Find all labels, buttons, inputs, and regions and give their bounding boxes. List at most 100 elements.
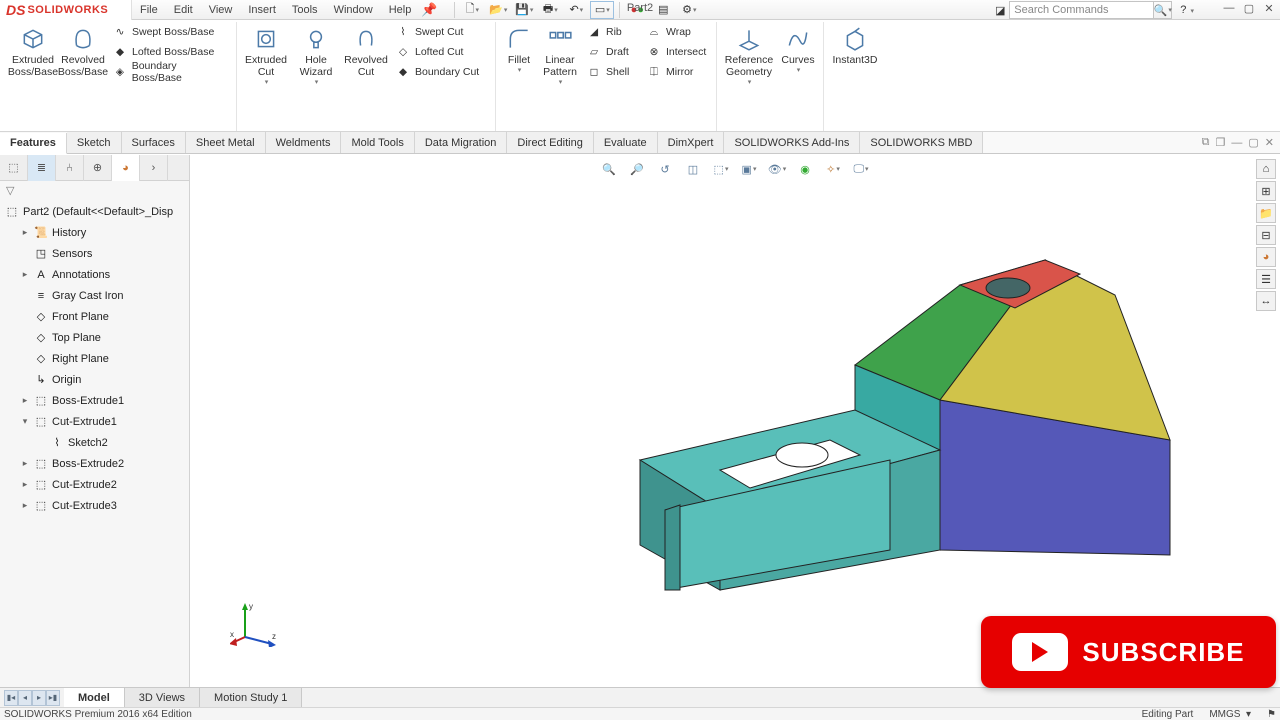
help-button[interactable]: ? ▾ [1180, 4, 1194, 16]
save-button[interactable]: 💾▾ [512, 1, 536, 19]
wrap-button[interactable]: ⌓Wrap [642, 22, 712, 42]
tab-features[interactable]: Features [0, 133, 67, 154]
tree-node-origin[interactable]: ↳Origin [0, 369, 189, 390]
menu-tools[interactable]: Tools [284, 0, 326, 19]
draft-button[interactable]: ▱Draft [582, 42, 642, 62]
tab-mold-tools[interactable]: Mold Tools [341, 132, 414, 153]
tree-root[interactable]: ⬚ Part2 (Default<<Default>_Disp [0, 201, 189, 222]
undo-button[interactable]: ↶▾ [564, 1, 588, 19]
expand-icon[interactable]: ▸ [20, 458, 30, 469]
tab-model[interactable]: Model [64, 688, 125, 707]
tree-node-boss-extrude1[interactable]: ▸⬚Boss-Extrude1 [0, 390, 189, 411]
boundary-boss-button[interactable]: ◈Boundary Boss/Base [108, 62, 232, 82]
open-doc-button[interactable]: 📂▾ [486, 1, 510, 19]
close-button[interactable]: ✕ [1262, 2, 1276, 15]
boundary-cut-button[interactable]: ◆Boundary Cut [391, 62, 491, 82]
lofted-boss-button[interactable]: ◆Lofted Boss/Base [108, 42, 232, 62]
rib-button[interactable]: ◢Rib [582, 22, 642, 42]
task-forum-icon[interactable]: ↔ [1256, 291, 1276, 311]
panel-tab-config[interactable]: ⑃ [56, 155, 84, 181]
menu-window[interactable]: Window [326, 0, 381, 19]
tree-node-right-plane[interactable]: ◇Right Plane [0, 348, 189, 369]
panel-tab-display[interactable]: ◕ [112, 155, 140, 181]
settings-button[interactable]: ⚙▾ [677, 1, 701, 19]
doc-restore-icon[interactable]: ❐ [1216, 136, 1226, 149]
scene-icon[interactable]: ✧▾ [822, 159, 844, 179]
search-icon[interactable]: 🔍▾ [1154, 1, 1172, 19]
instant3d-button[interactable]: Instant3D [828, 22, 882, 66]
display-style-icon[interactable]: ▣▾ [738, 159, 760, 179]
task-view-icon[interactable]: ⊟ [1256, 225, 1276, 245]
filter-icon[interactable]: ▽ [0, 181, 189, 199]
tree-node-gray-cast-iron[interactable]: ≡Gray Cast Iron [0, 285, 189, 306]
tree-node-cut-extrude2[interactable]: ▸⬚Cut-Extrude2 [0, 474, 189, 495]
zoom-fit-icon[interactable]: 🔍 [598, 159, 620, 179]
swept-cut-button[interactable]: ⌇Swept Cut [391, 22, 491, 42]
hide-show-icon[interactable]: 👁▾ [766, 159, 788, 179]
curves-button[interactable]: Curves▾ [777, 22, 819, 86]
extruded-boss-button[interactable]: Extruded Boss/Base [8, 22, 58, 82]
tab-mbd[interactable]: SOLIDWORKS MBD [860, 132, 983, 153]
tab-data-migration[interactable]: Data Migration [415, 132, 508, 153]
reference-geometry-button[interactable]: Reference Geometry▾ [721, 22, 777, 86]
view-settings-icon[interactable]: 🖵▾ [850, 159, 872, 179]
tab-addins[interactable]: SOLIDWORKS Add-Ins [724, 132, 860, 153]
view-orient-icon[interactable]: ⬚▾ [710, 159, 732, 179]
menu-edit[interactable]: Edit [166, 0, 201, 19]
menu-insert[interactable]: Insert [240, 0, 284, 19]
mirror-button[interactable]: ⎅Mirror [642, 62, 712, 82]
expand-icon[interactable]: ▸ [20, 227, 30, 238]
new-doc-button[interactable]: 🗋▾ [460, 1, 484, 19]
revolved-boss-button[interactable]: Revolved Boss/Base [58, 22, 108, 82]
doc-close-icon[interactable]: ✕ [1265, 136, 1274, 149]
tab-sketch[interactable]: Sketch [67, 132, 122, 153]
print-button[interactable]: 🖶▾ [538, 1, 562, 19]
sw-search-icon[interactable]: ◪ [991, 4, 1009, 17]
task-props-icon[interactable]: ☰ [1256, 269, 1276, 289]
minimize-button[interactable]: — [1222, 2, 1236, 15]
tree-node-cut-extrude3[interactable]: ▸⬚Cut-Extrude3 [0, 495, 189, 516]
expand-icon[interactable]: ▸ [20, 479, 30, 490]
doc-max-icon[interactable]: ▢ [1248, 136, 1258, 149]
doc-window-icon[interactable]: ⧉ [1202, 136, 1210, 149]
maximize-button[interactable]: ▢ [1242, 2, 1256, 15]
subscribe-overlay[interactable]: SUBSCRIBE [981, 616, 1276, 688]
task-appearance-icon[interactable]: ◕ [1256, 247, 1276, 267]
tree-node-history[interactable]: ▸📜History [0, 222, 189, 243]
extruded-cut-button[interactable]: Extruded Cut▾ [241, 22, 291, 86]
panel-tab-dim[interactable]: ⊕ [84, 155, 112, 181]
tree-node-top-plane[interactable]: ◇Top Plane [0, 327, 189, 348]
lofted-cut-button[interactable]: ◇Lofted Cut [391, 42, 491, 62]
prev-view-icon[interactable]: ↺ [654, 159, 676, 179]
tree-node-front-plane[interactable]: ◇Front Plane [0, 306, 189, 327]
menu-view[interactable]: View [201, 0, 241, 19]
expand-icon[interactable]: ▸ [20, 395, 30, 406]
tree-node-cut-extrude1[interactable]: ▾⬚Cut-Extrude1 [0, 411, 189, 432]
tab-dimxpert[interactable]: DimXpert [658, 132, 725, 153]
expand-icon[interactable]: ▸ [20, 500, 30, 511]
linear-pattern-button[interactable]: Linear Pattern▾ [538, 22, 582, 86]
expand-icon[interactable]: ▸ [20, 269, 30, 280]
appearance-icon[interactable]: ◉ [794, 159, 816, 179]
select-button[interactable]: ▭▾ [590, 1, 614, 19]
expand-icon[interactable]: ▾ [20, 416, 30, 427]
intersect-button[interactable]: ⊗Intersect [642, 42, 712, 62]
zoom-area-icon[interactable]: 🔎 [626, 159, 648, 179]
tab-motion-study[interactable]: Motion Study 1 [200, 688, 302, 707]
fillet-button[interactable]: Fillet▾ [500, 22, 538, 86]
panel-tab-property[interactable]: ≣ [28, 155, 56, 181]
menu-help[interactable]: Help [381, 0, 420, 19]
task-resources-icon[interactable]: ⊞ [1256, 181, 1276, 201]
task-home-icon[interactable]: ⌂ [1256, 159, 1276, 179]
motion-vcr[interactable]: ▮◂◂▸▸▮ [4, 690, 60, 706]
revolved-cut-button[interactable]: Revolved Cut [341, 22, 391, 86]
status-flag-icon[interactable]: ⚑ [1267, 709, 1276, 720]
status-units[interactable]: MMGS ▾ [1209, 709, 1251, 720]
doc-min-icon[interactable]: — [1231, 137, 1242, 149]
tree-node-sensors[interactable]: ◳Sensors [0, 243, 189, 264]
section-view-icon[interactable]: ◫ [682, 159, 704, 179]
pin-icon[interactable]: 📌 [419, 2, 439, 18]
tree-node-boss-extrude2[interactable]: ▸⬚Boss-Extrude2 [0, 453, 189, 474]
tab-weldments[interactable]: Weldments [266, 132, 342, 153]
tab-surfaces[interactable]: Surfaces [122, 132, 186, 153]
